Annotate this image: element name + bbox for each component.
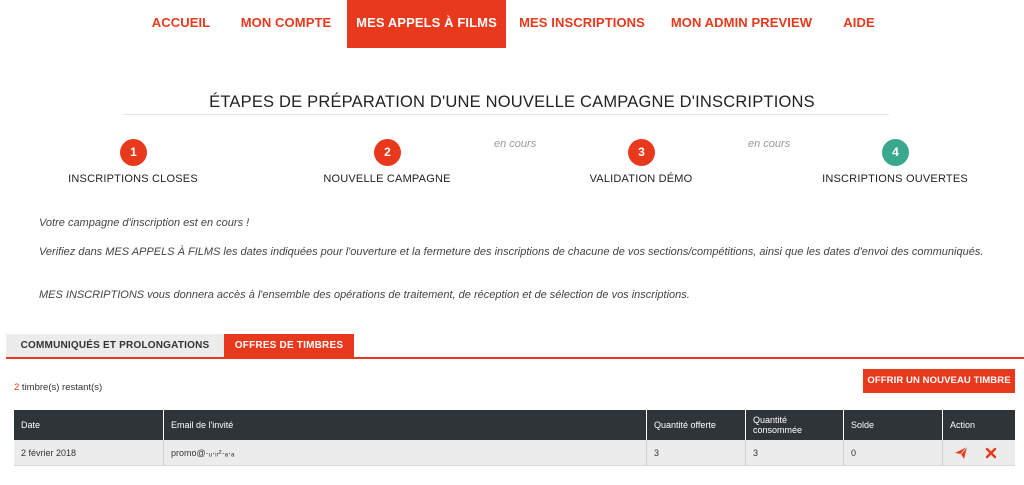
info-verify-dates: Verifiez dans MES APPELS À FILMS les dat… [39, 246, 984, 258]
nav-mes-appels-a-films[interactable]: MES APPELS À FILMS [347, 0, 506, 48]
tab-offres-de-timbres[interactable]: OFFRES DE TIMBRES [224, 334, 354, 358]
paper-plane-icon[interactable] [954, 446, 968, 460]
col-header-email: Email de l'invité [163, 410, 646, 440]
nav-aide[interactable]: AIDE [832, 0, 886, 48]
step-status-text: en cours [494, 138, 537, 150]
cell-actions [942, 440, 1015, 465]
info-campaign-status: Votre campagne d'inscription est en cour… [39, 217, 250, 229]
step-2-label: NOUVELLE CAMPAGNE [323, 173, 451, 185]
offer-new-stamp-button[interactable]: OFFRIR UN NOUVEAU TIMBRE [863, 369, 1015, 393]
col-header-qty-offered: Quantité offerte [646, 410, 745, 440]
step-2-badge: 2 [374, 139, 401, 166]
page-title: ÉTAPES DE PRÉPARATION D'UNE NOUVELLE CAM… [209, 93, 815, 111]
tab-underline [6, 357, 1024, 359]
nav-mon-compte[interactable]: MON COMPTE [231, 0, 341, 48]
title-divider [123, 114, 889, 115]
step-status-text: en cours [748, 138, 791, 150]
col-header-qty-consumed: Quantité consommée [745, 410, 843, 440]
top-nav: ACCUEIL MON COMPTE MES APPELS À FILMS ME… [0, 0, 1024, 48]
step-1-badge: 1 [120, 139, 147, 166]
step-3-label: VALIDATION DÉMO [589, 173, 693, 185]
step-4-label: INSCRIPTIONS OUVERTES [822, 173, 968, 185]
stamps-remaining: 2 timbre(s) restant(s) [14, 382, 102, 393]
step-4-badge: 4 [882, 139, 909, 166]
nav-mon-admin-preview[interactable]: MON ADMIN PREVIEW [663, 0, 820, 48]
cell-qty-offered: 3 [646, 440, 745, 465]
cell-email: promo@·ᵤ·ᵢᵣ²·ₐ·ₐ [163, 440, 646, 465]
info-mes-inscriptions: MES INSCRIPTIONS vous donnera accès à l'… [39, 289, 690, 301]
col-header-balance: Solde [843, 410, 942, 440]
cell-qty-consumed: 3 [745, 440, 843, 465]
step-1-label: INSCRIPTIONS CLOSES [68, 173, 198, 185]
nav-accueil[interactable]: ACCUEIL [140, 0, 222, 48]
col-header-action: Action [942, 410, 1015, 440]
step-3-badge: 3 [628, 139, 655, 166]
table-row: 2 février 2018 promo@·ᵤ·ᵢᵣ²·ₐ·ₐ 3 3 0 [14, 440, 1015, 466]
col-header-date: Date [21, 420, 41, 430]
cell-date: 2 février 2018 [21, 447, 77, 458]
tab-communiques[interactable]: COMMUNIQUÉS ET PROLONGATIONS [6, 334, 224, 358]
cell-balance: 0 [843, 440, 942, 465]
close-icon[interactable] [984, 446, 998, 460]
col-header-qty-consumed-label: Quantité consommée [753, 415, 803, 435]
stamps-remaining-label: timbre(s) restant(s) [19, 382, 103, 393]
nav-mes-inscriptions[interactable]: MES INSCRIPTIONS [514, 0, 650, 48]
table-header: Date Email de l'invité Quantité offerte … [14, 410, 1015, 440]
